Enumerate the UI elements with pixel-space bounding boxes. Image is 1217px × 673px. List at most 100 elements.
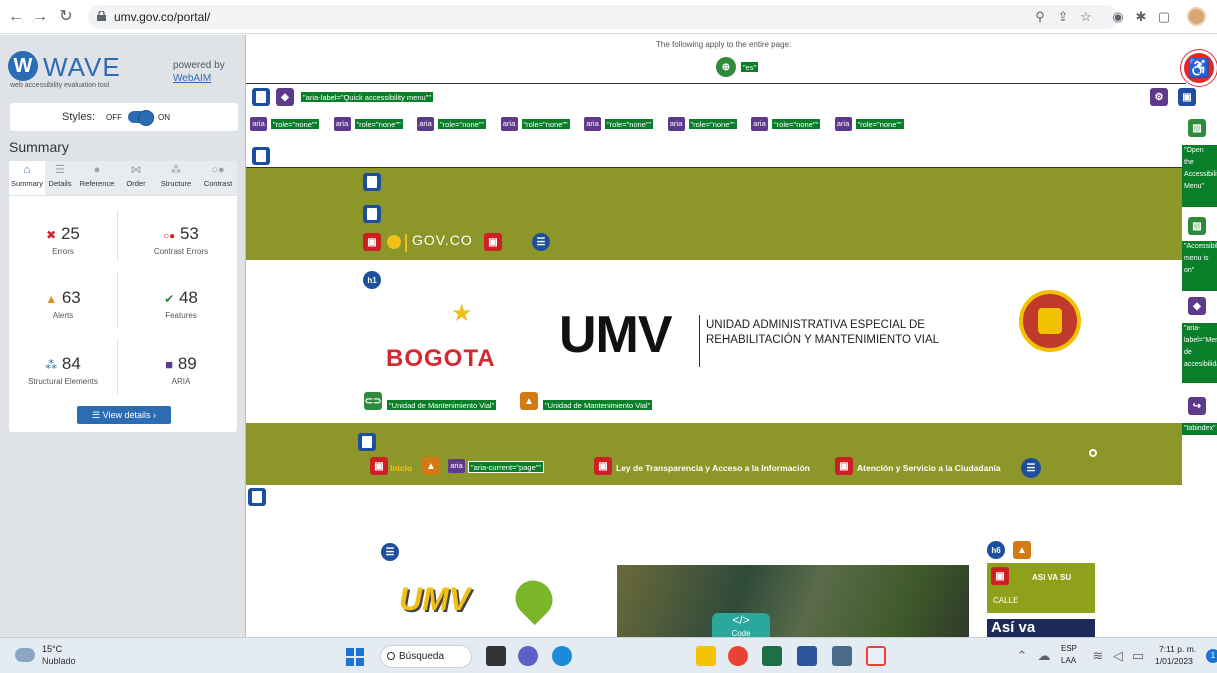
file-explorer-icon[interactable] — [696, 646, 716, 666]
nav-inicio[interactable]: Inicio — [390, 463, 412, 473]
aria-badge[interactable]: aria — [667, 117, 685, 131]
chrome-icon[interactable] — [728, 646, 748, 666]
battery-icon[interactable]: ▭ — [1130, 648, 1146, 664]
forward-arrow-icon[interactable]: → — [30, 6, 50, 28]
aria-badge[interactable]: aria — [584, 117, 601, 131]
code-badge[interactable]: </> Code — [712, 613, 770, 637]
alert-icon[interactable]: ▲ — [422, 457, 440, 475]
windows-start-icon[interactable] — [346, 648, 364, 666]
list-icon[interactable]: ☰ — [532, 233, 550, 251]
tab-details[interactable]: ☰ Details — [45, 161, 75, 195]
divider — [117, 272, 118, 328]
share-icon[interactable]: ⇪ — [1055, 9, 1071, 25]
list-icon[interactable]: ☰ — [1021, 458, 1041, 478]
region-icon[interactable] — [252, 88, 270, 106]
list-region-icon[interactable] — [358, 433, 376, 451]
notification-badge[interactable]: 1 — [1206, 649, 1217, 663]
aria-stat[interactable]: ■ 89 ARIA — [129, 354, 233, 386]
list-icon[interactable]: ☰ — [381, 543, 399, 561]
image-icon[interactable]: ▨ — [1188, 119, 1206, 137]
word-icon[interactable] — [797, 646, 817, 666]
aria-feature-icon[interactable]: ⚙ — [1150, 88, 1168, 106]
aria-badge[interactable]: aria — [333, 117, 351, 131]
back-arrow-icon[interactable]: ← — [6, 6, 26, 28]
webaim-link[interactable]: WebAIM — [173, 73, 211, 84]
view-details-button[interactable]: ☰ View details › — [77, 406, 171, 424]
speaker-icon[interactable]: ◁ — [1110, 648, 1126, 664]
list-region-icon[interactable] — [363, 205, 381, 223]
styles-toggle[interactable] — [128, 110, 154, 126]
alerts-stat[interactable]: ▲ 63 Alerts — [11, 288, 115, 320]
region-icon[interactable] — [248, 488, 266, 506]
aria-badge[interactable]: aria — [834, 117, 852, 131]
chevron-up-icon[interactable]: ⌃ — [1014, 648, 1030, 664]
weather-temperature[interactable]: 15°C — [42, 644, 62, 654]
window-icon[interactable]: ▢ — [1156, 9, 1172, 25]
snipping-tool-icon[interactable] — [866, 646, 886, 666]
taskbar-search[interactable]: Búsqueda — [380, 645, 472, 668]
image-icon[interactable]: ▨ — [1188, 217, 1206, 235]
label-tag-icon[interactable]: ◆ — [1188, 297, 1206, 315]
cloud-icon[interactable] — [15, 648, 35, 662]
contrast-errors-stat[interactable]: ○● 53 Contrast Errors — [129, 224, 233, 256]
reload-icon[interactable]: ↻ — [56, 6, 76, 28]
error-link-icon[interactable]: ▣ — [835, 457, 853, 475]
features-stat[interactable]: ✔ 48 Features — [129, 288, 233, 320]
linked-image-icon[interactable]: ⊂⊃ — [364, 392, 382, 410]
styles-off-label: OFF — [106, 113, 122, 122]
hero-umv-logo: UMV — [399, 581, 471, 617]
aria-badge[interactable]: aria — [500, 117, 518, 131]
windows-taskbar: 15°C Nublado Búsqueda ⌃ ☁ ESP LAA ≋ ◁ ▭ … — [0, 637, 1217, 673]
aria-badge[interactable]: aria — [417, 117, 434, 131]
hero-side-subtitle: CALLE — [993, 596, 1019, 605]
gov-header-band: ▣ GOV.CO ▣ ☰ — [246, 168, 1182, 260]
tab-structure[interactable]: ⁂ Structure — [153, 161, 199, 195]
button-icon[interactable]: ▣ — [1178, 88, 1196, 106]
bookmark-star-icon[interactable]: ☆ — [1078, 9, 1094, 25]
tab-reference[interactable]: ● Reference — [75, 161, 119, 195]
search-icon[interactable] — [1089, 449, 1097, 457]
error-link-icon[interactable]: ▣ — [370, 457, 388, 475]
nav-atencion[interactable]: Atención y Servicio a la Ciudadanía — [857, 463, 1001, 473]
chat-icon[interactable] — [518, 646, 538, 666]
region-icon[interactable] — [252, 147, 270, 165]
powered-by-label: powered by — [173, 60, 225, 71]
language-indicator[interactable]: ESP — [1061, 644, 1077, 653]
onedrive-icon[interactable]: ☁ — [1036, 648, 1052, 664]
alert-icon[interactable]: ▲ — [1013, 541, 1031, 559]
task-view-icon[interactable] — [486, 646, 506, 666]
bogota-star-icon: ★ — [451, 300, 473, 327]
address-bar[interactable]: umv.gov.co/portal/ — [88, 5, 1118, 29]
structural-stat[interactable]: ⁂ 84 Structural Elements — [11, 354, 115, 386]
wifi-icon[interactable]: ≋ — [1090, 648, 1106, 664]
aria-badge[interactable]: aria — [751, 117, 768, 131]
heading-h6-icon[interactable]: h6 — [987, 541, 1005, 559]
calculator-icon[interactable] — [832, 646, 852, 666]
accessibility-menu-icon[interactable]: ♿ — [1181, 50, 1217, 86]
edge-icon[interactable] — [552, 646, 572, 666]
zoom-icon[interactable]: ⚲ — [1032, 9, 1048, 25]
tab-summary[interactable]: ⌂ Summary — [9, 161, 45, 195]
tab-order[interactable]: ⋈ Order — [119, 161, 153, 195]
heading-h1-icon[interactable]: h1 — [363, 271, 381, 289]
tab-contrast[interactable]: ○● Contrast — [199, 161, 237, 195]
hero-side-card[interactable]: ▣ ASI VA SU CALLE — [987, 563, 1095, 613]
error-image-icon[interactable]: ▣ — [363, 233, 381, 251]
error-image-icon[interactable]: ▣ — [484, 233, 502, 251]
nav-transparencia[interactable]: Ley de Transparencia y Acceso a la Infor… — [616, 463, 810, 473]
label-tag-icon[interactable]: ◆ — [276, 88, 294, 106]
errors-stat[interactable]: ✖ 25 Errors — [11, 224, 115, 256]
clock-time[interactable]: 7:11 p. m. — [1159, 644, 1196, 654]
redundant-alt-alert-icon[interactable]: ▲ — [520, 392, 538, 410]
tabindex-icon[interactable]: ↪ — [1188, 397, 1206, 415]
error-link-icon[interactable]: ▣ — [991, 567, 1009, 585]
list-region-icon[interactable] — [363, 173, 381, 191]
aria-badge[interactable]: aria — [250, 117, 267, 131]
extension-icon[interactable]: ◉ — [1110, 9, 1126, 25]
error-link-icon[interactable]: ▣ — [594, 457, 612, 475]
excel-icon[interactable] — [762, 646, 782, 666]
error-icon: ✖ — [46, 228, 57, 242]
globe-icon[interactable]: ⊕ — [716, 57, 736, 77]
puzzle-icon[interactable]: ✱ — [1133, 9, 1149, 25]
profile-avatar[interactable] — [1187, 7, 1206, 26]
